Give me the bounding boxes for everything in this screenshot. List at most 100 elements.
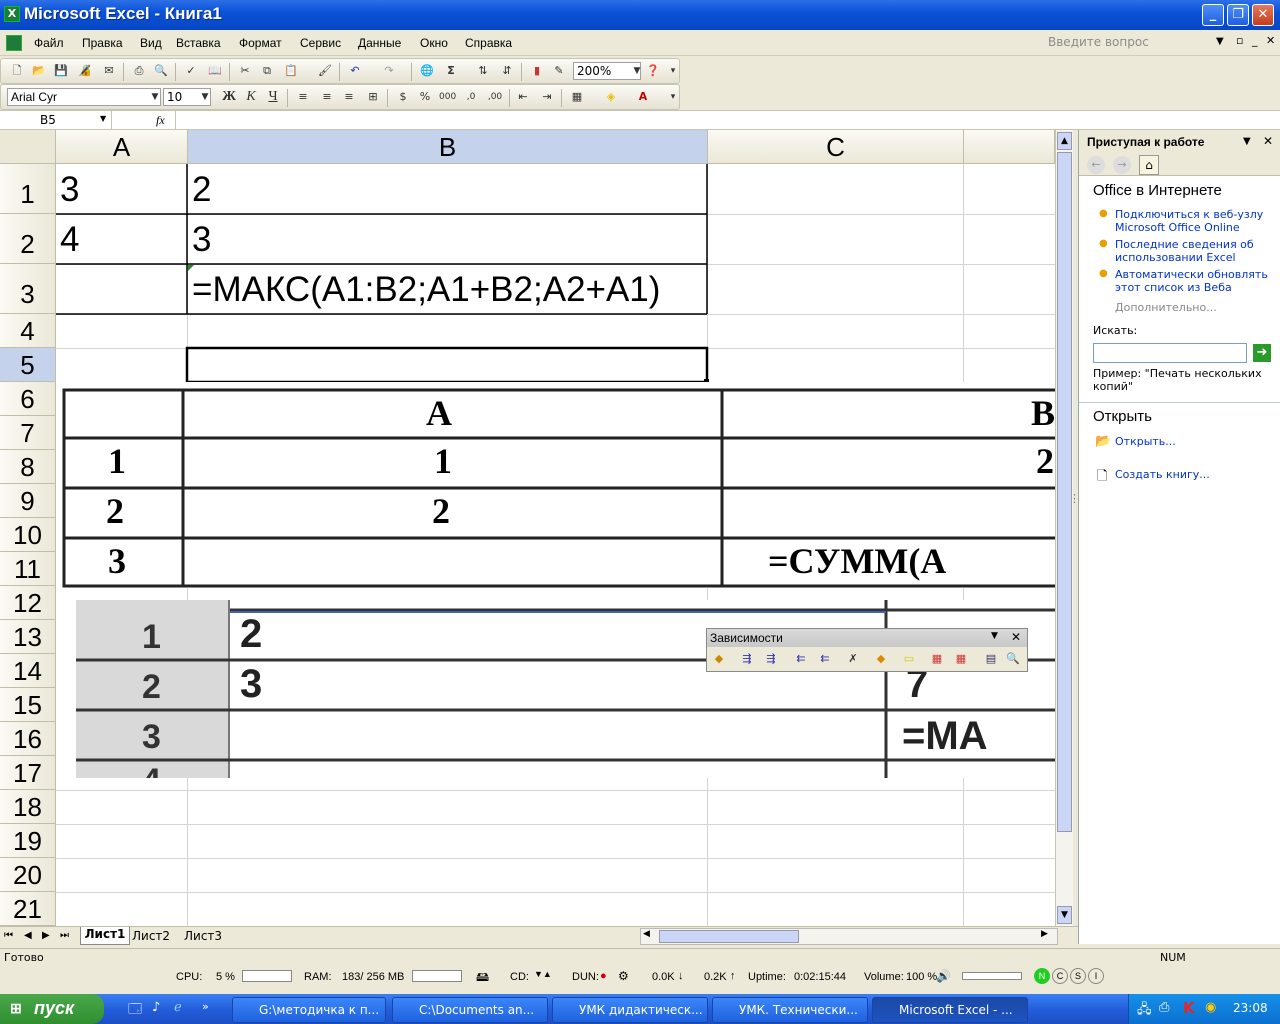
open-icon[interactable]: 📂: [31, 63, 47, 79]
column-header-a[interactable]: A: [56, 130, 188, 164]
clock[interactable]: 23:08: [1233, 1001, 1268, 1015]
remove-all-arrows-icon[interactable]: ✗: [845, 651, 861, 667]
redo-icon[interactable]: ↷: [381, 63, 397, 79]
menu-tools[interactable]: Сервис: [300, 36, 341, 50]
more-link[interactable]: Дополнительно...: [1115, 301, 1217, 314]
network-icon[interactable]: ⚙: [618, 969, 629, 983]
home-icon[interactable]: ⌂: [1139, 155, 1159, 175]
minimize-doc-icon[interactable]: _: [1252, 34, 1258, 47]
maximize-button[interactable]: ❐: [1227, 4, 1249, 26]
scroll-left-icon[interactable]: ◀: [643, 929, 650, 939]
printer-tray-icon[interactable]: ⎙: [1159, 1000, 1169, 1015]
menu-view[interactable]: Вид: [140, 36, 162, 50]
hyperlink-icon[interactable]: 🌐: [419, 63, 435, 79]
row-header-4[interactable]: 4: [0, 314, 56, 348]
chevron-right-icon[interactable]: »: [202, 1000, 209, 1013]
sheet-tab-2[interactable]: Лист2: [132, 929, 170, 943]
chevron-down-icon[interactable]: ▼: [197, 89, 213, 105]
menu-window[interactable]: Окно: [420, 36, 448, 50]
copy-icon[interactable]: ⧉: [259, 63, 275, 79]
chevron-down-icon[interactable]: ▼: [147, 89, 163, 105]
show-watch-window-icon[interactable]: ▤: [983, 651, 999, 667]
bold-icon[interactable]: Ж: [221, 89, 237, 105]
network-tray-icon[interactable]: 🖧: [1137, 1000, 1152, 1022]
toolbar-options-icon[interactable]: ▾: [665, 63, 681, 79]
quicklaunch-icon[interactable]: ♪: [152, 1000, 160, 1015]
search-input[interactable]: [1093, 343, 1247, 363]
row-header-12[interactable]: 12: [0, 586, 56, 620]
antivirus-tray-icon[interactable]: K: [1183, 999, 1195, 1017]
row-header-13[interactable]: 13: [0, 620, 56, 654]
remove-dependent-arrows-icon[interactable]: ⇇: [817, 651, 833, 667]
open-link[interactable]: Открыть...: [1115, 435, 1176, 448]
menu-format[interactable]: Формат: [239, 36, 282, 50]
font-color-icon[interactable]: A: [635, 89, 651, 105]
row-header-16[interactable]: 16: [0, 722, 56, 756]
next-sheet-icon[interactable]: ▶: [42, 930, 50, 941]
email-icon[interactable]: ✉: [101, 63, 117, 79]
menu-help[interactable]: Справка: [465, 36, 512, 50]
taskbar-button-word-1[interactable]: УМК дидактическ...: [552, 997, 708, 1023]
row-header-7[interactable]: 7: [0, 416, 56, 450]
pasted-table-image-1[interactable]: A B 1 1 2 2 2 3 =СУММ(А: [56, 382, 1055, 588]
row-header-17[interactable]: 17: [0, 756, 56, 790]
scroll-right-icon[interactable]: ▶: [1041, 929, 1048, 939]
trace-error-icon[interactable]: ◆: [873, 651, 889, 667]
cut-icon[interactable]: ✂: [237, 63, 253, 79]
decrease-decimal-icon[interactable]: ,00: [487, 89, 503, 105]
formula-input[interactable]: [175, 111, 1275, 129]
task-pane-title[interactable]: Приступая к работе: [1087, 135, 1204, 149]
start-button[interactable]: ⊞ пуск: [0, 994, 104, 1024]
evaluate-formula-icon[interactable]: 🔍: [1005, 651, 1021, 667]
speaker-icon[interactable]: 🔊: [936, 969, 951, 983]
close-button[interactable]: ✕: [1252, 4, 1274, 26]
underline-icon[interactable]: Ч: [265, 89, 281, 105]
quicklaunch-icon[interactable]: 🗔: [128, 1000, 142, 1022]
column-header-c[interactable]: C: [708, 130, 964, 164]
cell-b1[interactable]: 2: [192, 170, 211, 210]
font-select[interactable]: Arial Cyr: [7, 88, 161, 106]
menu-edit[interactable]: Правка: [82, 36, 123, 50]
align-left-icon[interactable]: ≡: [295, 89, 311, 105]
borders-icon[interactable]: ▦: [569, 89, 585, 105]
help-icon[interactable]: ❓: [645, 63, 661, 79]
link-office-online[interactable]: Подключиться к веб-узлу Microsoft Office…: [1115, 208, 1275, 234]
first-sheet-icon[interactable]: ⏮: [4, 930, 13, 941]
drawing-icon[interactable]: ✎: [551, 63, 567, 79]
clear-validation-circles-icon[interactable]: ▦: [953, 651, 969, 667]
merge-center-icon[interactable]: ⊞: [365, 89, 381, 105]
close-icon[interactable]: ✕: [1011, 630, 1021, 644]
italic-icon[interactable]: К: [243, 89, 259, 105]
sort-descending-icon[interactable]: ⇵: [499, 63, 515, 79]
link-auto-update[interactable]: Автоматически обновлять этот список из В…: [1115, 268, 1275, 294]
align-right-icon[interactable]: ≡: [341, 89, 357, 105]
ask-question-input[interactable]: Введите вопрос: [1048, 35, 1228, 51]
fill-color-icon[interactable]: ◈: [603, 89, 619, 105]
print-icon[interactable]: ⎙: [131, 63, 147, 79]
dependencies-toolbar[interactable]: Зависимости ▼ ✕ ◆ ⇶ ⇶ ⇇ ⇇ ✗ ◆ ▭ ▦ ▦ ▤ 🔍: [706, 628, 1028, 672]
taskbar-button-folder-2[interactable]: C:\Documents an...: [392, 997, 548, 1023]
dependencies-titlebar[interactable]: Зависимости ▼ ✕: [707, 629, 1027, 647]
format-painter-icon[interactable]: 🖌: [317, 63, 333, 79]
sort-ascending-icon[interactable]: ⇅: [475, 63, 491, 79]
horizontal-scrollbar[interactable]: ◀ ▶: [640, 928, 1058, 945]
insert-function-icon[interactable]: fx: [156, 113, 165, 128]
row-header-8[interactable]: 8: [0, 450, 56, 484]
cell-a1[interactable]: 3: [60, 170, 79, 210]
new-icon[interactable]: 🗋: [9, 63, 25, 79]
select-all-corner[interactable]: [0, 130, 56, 164]
pane-resize-grip[interactable]: ⋮: [1069, 492, 1080, 505]
currency-icon[interactable]: $: [395, 89, 411, 105]
row-header-20[interactable]: 20: [0, 858, 56, 892]
row-header-18[interactable]: 18: [0, 790, 56, 824]
remove-precedent-arrows-icon[interactable]: ⇶: [763, 651, 779, 667]
thousands-icon[interactable]: 000: [439, 89, 456, 105]
horizontal-scroll-thumb[interactable]: [659, 930, 799, 943]
research-icon[interactable]: 📖: [207, 63, 223, 79]
row-header-21[interactable]: 21: [0, 892, 56, 926]
column-header-b[interactable]: B: [188, 130, 708, 164]
cell-b2[interactable]: 3: [192, 220, 211, 260]
row-header-1[interactable]: 1: [0, 164, 56, 214]
close-icon[interactable]: ✕: [1263, 134, 1273, 148]
row-header-10[interactable]: 10: [0, 518, 56, 552]
